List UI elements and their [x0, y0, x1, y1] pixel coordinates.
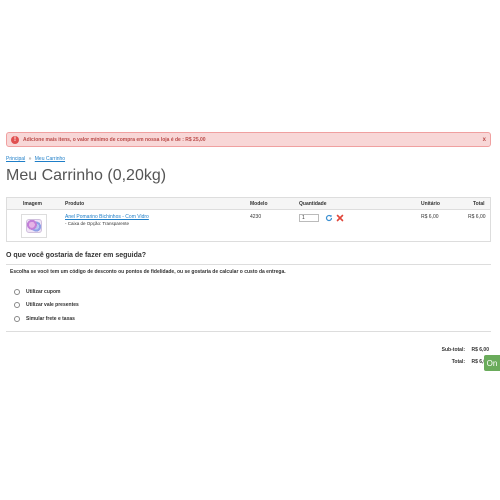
total-row: Total: R$ 6,00	[425, 359, 489, 365]
product-image	[26, 219, 42, 233]
next-steps-box: Escolha se você tem um código de descont…	[6, 264, 491, 332]
breadcrumb: Principal » Meu Carrinho	[6, 156, 65, 162]
unit-price: R$ 6,00	[421, 214, 439, 220]
quantity-input[interactable]	[299, 214, 319, 222]
total-price: R$ 6,00	[468, 214, 486, 220]
header-unit: Unitário	[421, 201, 440, 207]
product-option: - Caixa de Opção: Transparente	[65, 221, 130, 226]
product-thumbnail[interactable]	[21, 214, 47, 238]
header-product: Produto	[65, 201, 85, 207]
subtotal-row: Sub-total: R$ 6,00	[425, 347, 489, 353]
option-shipping[interactable]: Simular frete e taxas	[14, 316, 75, 322]
voucher-radio[interactable]	[14, 302, 20, 308]
next-steps-title: O que você gostaria de fazer em seguida?	[6, 252, 147, 259]
product-model: 4230	[250, 214, 262, 220]
option-voucher[interactable]: Utilizar vale presentes	[14, 302, 79, 308]
total-label: Total:	[451, 359, 465, 365]
shipping-radio[interactable]	[14, 316, 20, 322]
header-quantity: Quantidade	[299, 201, 327, 207]
breadcrumb-home-link[interactable]: Principal	[6, 156, 25, 162]
alert-close-button[interactable]: x	[483, 137, 486, 143]
option-label: Utilizar vale presentes	[26, 302, 79, 308]
option-label: Utilizar cupom	[26, 289, 61, 295]
coupon-radio[interactable]	[14, 289, 20, 295]
header-model: Modelo	[250, 201, 268, 207]
product-name-link[interactable]: Anel Pomarino Bichinhos - Com Vidro	[65, 214, 149, 220]
breadcrumb-cart-link[interactable]: Meu Carrinho	[35, 156, 65, 162]
next-steps-intro: Escolha se você tem um código de descont…	[10, 269, 286, 275]
warning-icon: !	[11, 135, 19, 144]
header-image: Imagem	[23, 201, 42, 207]
breadcrumb-separator: »	[28, 156, 32, 162]
header-total: Total	[473, 201, 485, 207]
cart-table: Imagem Produto Modelo Quantidade Unitári…	[6, 197, 491, 242]
alert-message: Adicione mais itens, o valor mínimo de c…	[23, 136, 206, 143]
page-title: Meu Carrinho (0,20kg)	[6, 167, 167, 184]
option-coupon[interactable]: Utilizar cupom	[14, 289, 60, 295]
option-label: Simular frete e taxas	[26, 316, 75, 322]
subtotal-value: R$ 6,00	[471, 347, 489, 353]
cart-table-header: Imagem Produto Modelo Quantidade Unitári…	[7, 198, 490, 210]
subtotal-label: Sub-total:	[441, 347, 465, 353]
online-chat-tab[interactable]: On	[484, 355, 500, 371]
refresh-icon[interactable]	[325, 214, 333, 222]
min-order-alert: ! Adicione mais itens, o valor mínimo de…	[6, 132, 491, 147]
remove-icon[interactable]	[336, 214, 344, 222]
totals-summary: Sub-total: R$ 6,00 Total: R$ 6,00	[425, 347, 489, 371]
table-row: Anel Pomarino Bichinhos - Com Vidro - Ca…	[7, 210, 490, 241]
